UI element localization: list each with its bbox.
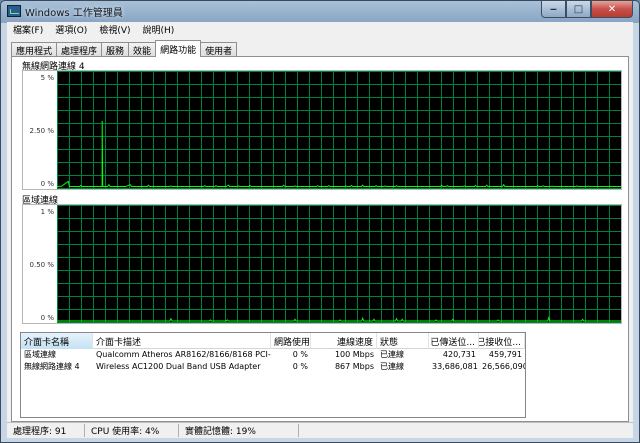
window-controls: ‒ □ ✕ — [541, 1, 633, 18]
cell-adapter-description: Qualcomm Atheros AR8162/8166/8168 PCI-E … — [96, 350, 271, 359]
tab-services[interactable]: 服務 — [101, 42, 130, 57]
menu-view[interactable]: 檢視(V) — [93, 23, 136, 36]
network-graph-local: 1 % 0.50 % 0 % — [22, 204, 622, 324]
window-title: Windows 工作管理員 — [25, 7, 123, 19]
close-icon: ✕ — [607, 3, 617, 15]
tab-applications[interactable]: 應用程式 — [11, 42, 58, 57]
close-button[interactable]: ✕ — [591, 1, 633, 18]
column-state[interactable]: 狀態 — [377, 333, 429, 349]
y-axis-tick-label: 0 % — [41, 180, 55, 188]
column-adapter-description[interactable]: 介面卡描述 — [93, 333, 271, 349]
column-bytes-received[interactable]: 已接收位... — [479, 333, 525, 349]
cell-link-speed: 100 Mbps — [334, 350, 374, 359]
cell-bytes-sent: 420,731 — [442, 350, 476, 359]
y-axis-tick-label: 2.50 % — [30, 127, 55, 135]
cell-network-utilization: 0 % — [292, 350, 308, 359]
cell-link-speed: 867 Mbps — [334, 362, 374, 371]
status-bar: 處理程序: 91 CPU 使用率: 4% 實體記憶體: 19% — [7, 422, 633, 438]
tab-processes[interactable]: 處理程序 — [56, 42, 103, 57]
adapter-list[interactable]: 介面卡名稱 介面卡描述 網路使用 連線速度 狀態 已傳送位... 已接收位...… — [20, 332, 526, 418]
tab-networking[interactable]: 網路功能 — [155, 40, 202, 57]
status-cpu-usage: CPU 使用率: 4% — [85, 424, 179, 437]
cell-adapter-description: Wireless AC1200 Dual Band USB Adapter — [96, 362, 261, 371]
cell-bytes-sent: 33,686,081 — [432, 362, 478, 371]
graph-canvas: 1 % 0.50 % 0 % — [23, 205, 621, 323]
networking-panel: 無線網路連線 4 5 % 2.50 % 0 % 區域連線 1 % 0.50 % 0 % … — [11, 56, 629, 422]
network-graph-wireless: 5 % 2.50 % 0 % — [22, 70, 622, 190]
cell-bytes-received: 26,566,090 — [482, 362, 525, 371]
menu-file[interactable]: 檔案(F) — [7, 23, 49, 36]
title-bar[interactable]: Windows 工作管理員 ‒ □ ✕ — [1, 1, 639, 21]
status-processes: 處理程序: 91 — [7, 424, 85, 437]
cell-adapter-name: 區域連線 — [24, 350, 56, 359]
tab-users[interactable]: 使用者 — [200, 42, 238, 57]
y-axis-tick-label: 0 % — [41, 314, 55, 322]
cell-state: 已連線 — [380, 350, 404, 359]
status-physical-memory: 實體記憶體: 19% — [179, 424, 299, 437]
minimize-button[interactable]: ‒ — [541, 1, 566, 18]
maximize-button[interactable]: □ — [566, 1, 591, 18]
menu-help[interactable]: 說明(H) — [137, 23, 181, 36]
cell-network-utilization: 0 % — [292, 362, 308, 371]
column-link-speed[interactable]: 連線速度 — [311, 333, 377, 349]
maximize-icon: □ — [573, 3, 584, 15]
list-item[interactable]: 區域連線 Qualcomm Atheros AR8162/8166/8168 P… — [21, 349, 525, 361]
graph-canvas: 5 % 2.50 % 0 % — [23, 71, 621, 189]
tab-performance[interactable]: 效能 — [128, 42, 157, 57]
adapter-list-header: 介面卡名稱 介面卡描述 網路使用 連線速度 狀態 已傳送位... 已接收位... — [21, 333, 525, 349]
y-axis-tick-label: 5 % — [41, 74, 55, 82]
column-adapter-name[interactable]: 介面卡名稱 — [21, 333, 93, 349]
column-network-utilization[interactable]: 網路使用 — [271, 333, 311, 349]
cell-state: 已連線 — [380, 362, 404, 371]
y-axis-tick-label: 0.50 % — [30, 261, 55, 269]
list-item[interactable]: 無線網路連線 4 Wireless AC1200 Dual Band USB A… — [21, 361, 525, 373]
minimize-icon: ‒ — [550, 3, 557, 15]
client-area: 應用程式 處理程序 服務 效能 網路功能 使用者 無線網路連線 4 5 % 2.5… — [7, 37, 633, 422]
cell-adapter-name: 無線網路連線 4 — [24, 362, 80, 371]
cell-bytes-received: 459,791 — [488, 350, 522, 359]
y-axis-tick-label: 1 % — [41, 208, 55, 216]
menu-bar: 檔案(F) 選項(O) 檢視(V) 說明(H) — [7, 22, 633, 37]
menu-options[interactable]: 選項(O) — [49, 23, 93, 36]
task-manager-icon — [7, 5, 21, 17]
tab-strip: 應用程式 處理程序 服務 效能 網路功能 使用者 — [11, 40, 238, 57]
column-bytes-sent[interactable]: 已傳送位... — [429, 333, 479, 349]
task-manager-window: Windows 工作管理員 ‒ □ ✕ 檔案(F) 選項(O) 檢視(V) 說明… — [0, 0, 640, 443]
